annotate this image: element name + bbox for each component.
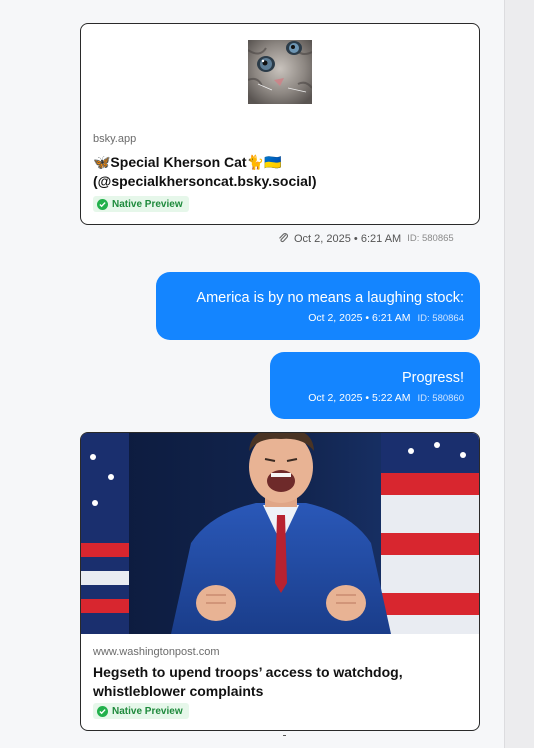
check-circle-icon — [97, 198, 108, 210]
scrollbar-track[interactable] — [504, 0, 534, 748]
message-meta: Oct 2, 2025 • 6:21 AM ID: 580865 — [278, 231, 454, 246]
message-text: Progress! — [401, 370, 464, 386]
link-preview-card[interactable]: www.washingtonpost.com Hegseth to upend … — [80, 432, 480, 731]
link-preview-card[interactable]: bsky.app 🦋Special Kherson Cat🐈🇺🇦 (@speci… — [80, 23, 480, 225]
cat-thumbnail-image — [248, 40, 312, 104]
meta-fragment — [283, 735, 286, 736]
link-title-line-2: (@specialkhersoncat.bsky.social) — [93, 173, 317, 189]
link-title[interactable]: Hegseth to upend troops’ access to watch… — [93, 663, 467, 701]
message-id: ID: 580865 — [407, 233, 454, 244]
link-title-line-1: Hegseth to upend troops’ access to watch… — [93, 664, 403, 680]
check-circle-icon — [97, 705, 108, 717]
link-source: bsky.app — [93, 133, 137, 145]
message-timestamp: Oct 2, 2025 • 5:22 AM — [308, 392, 411, 404]
news-photo-image — [81, 433, 479, 634]
message-id: ID: 580860 — [417, 393, 464, 404]
message-timestamp: Oct 2, 2025 • 6:21 AM — [308, 312, 411, 324]
message-bubble[interactable]: America is by no means a laughing stock:… — [156, 272, 480, 340]
badge-label: Native Preview — [112, 198, 183, 210]
link-title[interactable]: 🦋Special Kherson Cat🐈🇺🇦 (@specialkherson… — [93, 153, 467, 191]
link-source: www.washingtonpost.com — [93, 646, 220, 658]
message-timestamp: Oct 2, 2025 • 6:21 AM — [294, 232, 402, 245]
native-preview-badge: Native Preview — [93, 196, 189, 212]
link-title-line-2: whistleblower complaints — [93, 683, 264, 699]
badge-label: Native Preview — [112, 705, 183, 717]
message-id: ID: 580864 — [417, 313, 464, 324]
message-bubble[interactable]: Progress! Oct 2, 2025 • 5:22 AM ID: 5808… — [270, 352, 480, 419]
link-title-line-1: 🦋Special Kherson Cat🐈🇺🇦 — [93, 154, 282, 170]
paperclip-icon — [278, 231, 289, 246]
native-preview-badge: Native Preview — [93, 703, 189, 719]
message-text: America is by no means a laughing stock: — [196, 290, 464, 306]
